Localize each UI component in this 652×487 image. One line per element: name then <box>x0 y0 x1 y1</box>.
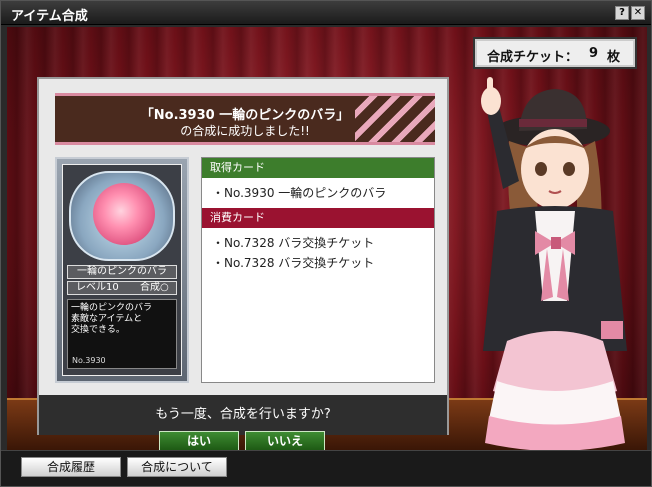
card-name: 一輪のピンクのバラ <box>67 265 177 279</box>
card-desc-line: 交換できる。 <box>71 325 125 335</box>
card-description: 一輪のピンクのバラ 素敵なアイテムと 交換できる。 No.3930 <box>67 299 177 369</box>
consumed-card-item: ・No.7328 バラ交換チケット <box>212 236 375 250</box>
synthesis-history-button[interactable]: 合成履歴 <box>21 457 121 477</box>
item-synthesis-window: アイテム合成 ? ✕ 合成チケット： 9 枚 「No.3930 一輪のピンクのバ… <box>0 0 652 487</box>
card-synth-flag: 合成○ <box>140 282 169 293</box>
close-button[interactable]: ✕ <box>631 6 645 20</box>
result-list-panel: 取得カード ・No.3930 一輪のピンクのバラ 消費カード ・No.7328 … <box>201 157 435 383</box>
guide-character-illustration <box>481 77 627 450</box>
banner-item-title: 「No.3930 一輪のピンクのバラ」 <box>140 108 350 123</box>
confirm-question: もう一度、合成を行いますか? <box>155 407 331 422</box>
pink-rose-image <box>93 183 155 245</box>
acquired-card-item: ・No.3930 一輪のピンクのバラ <box>212 186 387 200</box>
title-bar: アイテム合成 ? ✕ <box>1 1 651 25</box>
result-dialog: 「No.3930 一輪のピンクのバラ」 の合成に成功しました!! 一輪のピンクの… <box>37 77 449 450</box>
card-frame: 一輪のピンクのバラ レベル10 合成○ 一輪のピンクのバラ 素敵なアイテムと 交… <box>62 164 182 376</box>
consumed-card-header: 消費カード <box>202 208 434 228</box>
bottom-toolbar: 合成履歴 合成について <box>1 450 651 486</box>
result-banner: 「No.3930 一輪のピンクのバラ」 の合成に成功しました!! <box>55 93 435 145</box>
acquired-card-header: 取得カード <box>202 158 434 178</box>
card-level: レベル10 <box>76 282 119 293</box>
yes-button[interactable]: はい <box>159 431 239 450</box>
confirm-area: もう一度、合成を行いますか? <box>39 395 447 435</box>
card-desc-line: 一輪のピンクのバラ <box>71 303 153 313</box>
card-artwork <box>69 171 175 261</box>
card-level-row: レベル10 合成○ <box>67 281 177 295</box>
consumed-card-item: ・No.7328 バラ交換チケット <box>212 256 375 270</box>
help-button[interactable]: ? <box>615 6 629 20</box>
ticket-count: 9 <box>589 46 599 61</box>
ticket-label: 合成チケット： <box>487 50 579 65</box>
banner-success-message: の合成に成功しました!! <box>180 124 310 138</box>
ticket-unit: 枚 <box>607 50 621 65</box>
about-synthesis-button[interactable]: 合成について <box>127 457 227 477</box>
card-number: No.3930 <box>72 356 106 365</box>
no-button[interactable]: いいえ <box>245 431 325 450</box>
item-card: 一輪のピンクのバラ レベル10 合成○ 一輪のピンクのバラ 素敵なアイテムと 交… <box>55 157 189 383</box>
stage-background: 合成チケット： 9 枚 「No.3930 一輪のピンクのバラ」 の合成に成功しま… <box>7 27 647 450</box>
card-desc-line: 素敵なアイテムと <box>71 314 143 324</box>
window-title: アイテム合成 <box>11 9 88 24</box>
ticket-count-box: 合成チケット： 9 枚 <box>473 37 637 69</box>
